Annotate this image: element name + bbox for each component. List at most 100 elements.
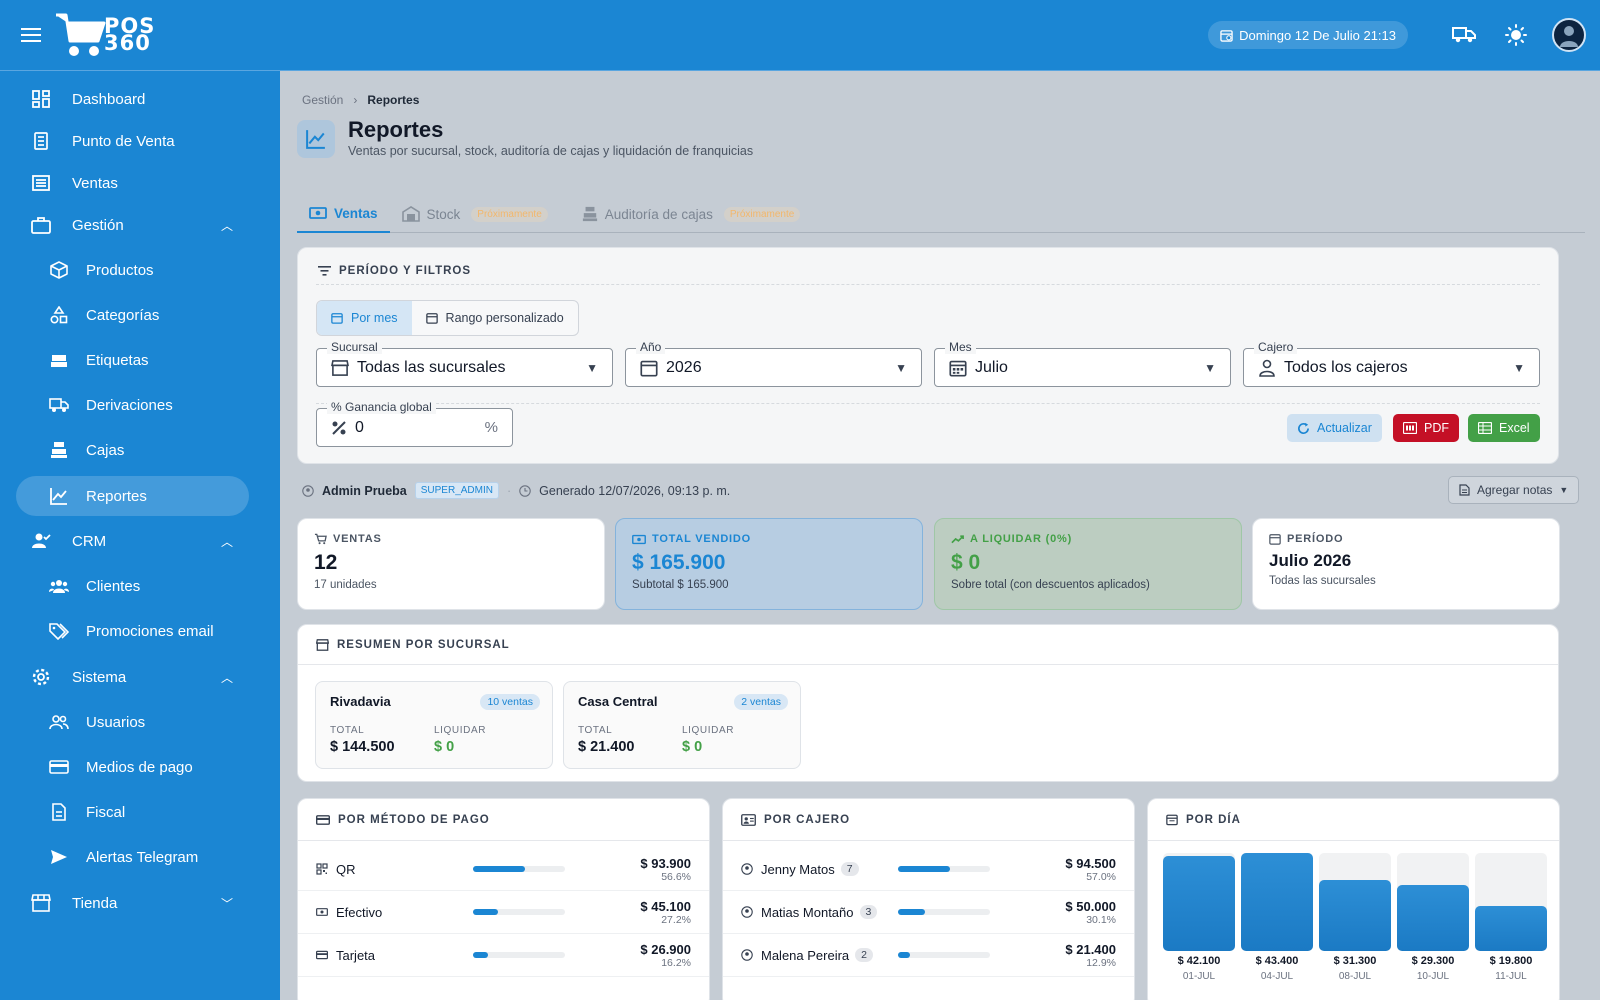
day-bar[interactable] [1319,853,1391,951]
mode-rango-button[interactable]: Rango personalizado [412,301,578,335]
month-select[interactable]: Mes Julio ▼ [934,340,1231,387]
add-notes-button[interactable]: Agregar notas ▼ [1448,476,1580,504]
cashier-amount: $ 21.400 [1065,941,1116,957]
user-avatar[interactable] [1552,18,1586,52]
calendar-icon [1269,534,1281,545]
day-bar[interactable] [1163,853,1235,951]
person-icon [1258,359,1276,377]
tab-label: Auditoría de cajas [604,206,713,222]
sidebar-item-label: Clientes [86,577,141,595]
cash-icon [632,534,646,544]
sidebar-item-fiscal[interactable]: Fiscal [16,792,249,832]
sidebar-item-sistema[interactable]: Sistema ︿ [16,657,249,697]
day-amount-label: $ 43.400 [1255,955,1299,967]
breadcrumb-parent[interactable]: Gestión [302,93,343,107]
sidebar-item-productos[interactable]: Productos [16,250,249,290]
badge-id-icon [741,813,756,826]
calendar-clock-icon [1220,29,1233,42]
sidebar-item-etiquetas[interactable]: Etiquetas [16,340,249,380]
delivery-truck-icon[interactable] [1448,19,1480,51]
sidebar-item-tienda[interactable]: Tienda ﹀ [16,883,249,923]
briefcase-icon [30,214,52,236]
day-bar[interactable] [1241,853,1313,951]
kpi-sub: Subtotal $ 165.900 [632,579,729,591]
cashier-label: Cajero [1254,340,1298,354]
date-chip[interactable]: Domingo 12 De Julio 21:13 [1208,21,1408,49]
user-circle-icon [741,949,753,961]
cash-icon [309,207,327,219]
sales-count-badge: 2 ventas [734,694,788,710]
sidebar-item-promociones-email[interactable]: Promociones email [16,611,249,651]
calendar-icon [1166,814,1178,826]
cashier-name: Jenny Matos [761,861,835,877]
cart-icon [314,533,327,545]
day-bar[interactable] [1397,853,1469,951]
share-bar-fill [898,952,910,958]
sidebar-item-label: CRM [72,532,107,550]
branch-card-casa-central[interactable]: Casa Central 2 ventas TOTAL $ 21.400 LIQU… [563,681,801,769]
top-app-bar: POS 360 Domingo 12 De Julio 21:13 [0,0,1600,71]
cashier-pct: 57.0% [1086,870,1116,883]
filters-card: PERÍODO Y FILTROS Por mes Rango personal… [297,247,1559,464]
sidebar-item-dashboard[interactable]: Dashboard [16,79,249,119]
day-bar-fill [1475,906,1547,951]
document-icon [48,801,70,823]
tab-ventas[interactable]: Ventas [297,195,390,233]
dropdown-caret-icon: ▼ [586,360,598,375]
filter-icon [318,266,331,276]
margin-input[interactable]: % Ganancia global 0 % [316,400,513,447]
cash-register-icon [582,206,597,222]
menu-icon[interactable] [16,20,46,50]
sidebar-item-reportes[interactable]: Reportes [16,476,249,516]
dropdown-caret-icon: ▼ [1513,360,1525,375]
margin-label: % Ganancia global [327,400,436,414]
year-select[interactable]: Año 2026 ▼ [625,340,922,387]
day-bar[interactable] [1475,853,1547,951]
day-bar-fill [1397,884,1469,951]
crm-icon [30,530,52,552]
report-user: Admin Prueba [322,483,407,498]
dropdown-caret-icon: ▼ [1204,360,1216,375]
tab-stock[interactable]: Stock Próximamente [390,195,560,233]
sidebar-item-cajas[interactable]: Cajas [16,430,249,470]
sidebar-item-alertas-telegram[interactable]: Alertas Telegram [16,837,249,877]
sidebar-item-punto-de-venta[interactable]: Punto de Venta [16,121,249,161]
sidebar-item-ventas[interactable]: Ventas [16,163,249,203]
cashier-select[interactable]: Cajero Todos los cajeros ▼ [1243,340,1540,387]
sidebar-item-label: Ventas [72,174,118,192]
breadcrumb-current: Reportes [367,93,420,107]
sidebar-item-usuarios[interactable]: Usuarios [16,702,249,742]
excel-button[interactable]: Excel [1468,414,1540,442]
payment-pct: 27.2% [661,913,691,926]
refresh-button[interactable]: Actualizar [1287,414,1382,442]
day-amount-label: $ 19.800 [1489,955,1533,967]
branch-total: $ 21.400 [578,739,635,755]
pdf-button[interactable]: PDF [1393,414,1459,442]
branch-select[interactable]: Sucursal Todas las sucursales ▼ [316,340,613,387]
spreadsheet-icon [1478,422,1492,434]
cashier-pct: 30.1% [1086,913,1116,926]
tab-auditoria-de-cajas[interactable]: Auditoría de cajas Próximamente [570,195,813,233]
theme-sun-icon[interactable] [1500,19,1532,51]
kpi-sub: Todas las sucursales [1269,575,1376,587]
sidebar-item-label: Productos [86,261,154,279]
sidebar-item-gestion[interactable]: Gestión ︿ [16,205,249,245]
store-icon [316,638,329,651]
cashier-row: Jenny Matos 7 $ 94.500 57.0% [723,848,1134,891]
report-meta: Admin Prueba SUPER_ADMIN · Generado 12/0… [302,482,730,499]
sidebar-item-categorias[interactable]: Categorías [16,295,249,335]
payment-amount: $ 26.900 [640,941,691,957]
cashier-count: 2 [855,948,873,962]
sidebar-item-derivaciones[interactable]: Derivaciones [16,385,249,425]
calendar-icon [331,313,343,324]
sidebar-item-medios-de-pago[interactable]: Medios de pago [16,747,249,787]
sidebar-item-label: Categorías [86,306,160,324]
branch-card-rivadavia[interactable]: Rivadavia 10 ventas TOTAL $ 144.500 LIQUI… [315,681,553,769]
users-icon [48,711,70,733]
sidebar-item-crm[interactable]: CRM ︿ [16,521,249,561]
payment-pct: 16.2% [661,956,691,969]
sidebar-item-clientes[interactable]: Clientes [16,566,249,606]
app-logo[interactable]: POS 360 [54,11,155,59]
mode-por-mes-button[interactable]: Por mes [317,301,412,335]
report-tabs: Ventas Stock Próximamente Auditoría de c… [297,195,1585,233]
